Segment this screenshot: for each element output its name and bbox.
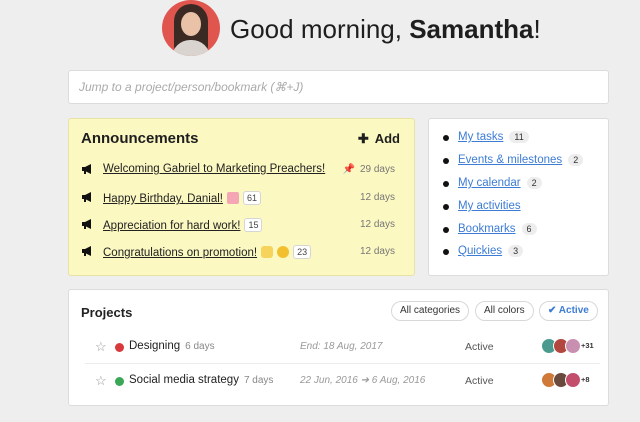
project-dates: End: 18 Aug, 2017 [300,341,383,352]
plus-icon: ✚ [357,131,369,146]
announcement-item[interactable]: Congratulations on promotion! 23 12 days [81,243,401,263]
clap-emoji-icon [261,246,274,258]
announcement-age: 29 days [359,164,395,175]
megaphone-icon [81,245,95,257]
search-input[interactable] [69,71,608,103]
announcement-age: 12 days [359,246,395,257]
member-avatar [565,372,581,388]
project-members[interactable]: +31 [541,338,601,354]
reaction-count: 61 [242,191,261,205]
quick-links-panel: My tasks 11 Events & milestones 2 My calen… [428,118,609,276]
star-icon[interactable]: ☆ [95,373,107,389]
announcement-link[interactable]: Welcoming Gabriel to Marketing Preachers… [103,163,325,175]
announcement-link[interactable]: Congratulations on promotion! 23 [103,245,312,259]
add-announcement-button[interactable]: ✚ Add [358,131,400,147]
jump-search[interactable] [68,70,609,104]
cake-emoji-icon [226,192,239,204]
greeting: Good morning, Samantha! [230,14,541,44]
project-members[interactable]: +8 [541,372,601,388]
projects-panel: Projects All categories All colors ✔ Act… [68,289,609,406]
reaction-count: 23 [293,245,312,259]
header: Good morning, Samantha! [0,0,640,58]
projects-title: Projects [81,305,133,320]
announcement-item[interactable]: Welcoming Gabriel to Marketing Preachers… [81,161,401,181]
pin-icon: 📌 [342,164,355,175]
project-dates: 22 Jun, 2016 ➔ 6 Aug, 2016 [300,375,426,386]
project-name[interactable]: Designing 6 days [129,340,215,352]
more-members-count: +8 [581,375,590,384]
megaphone-icon [81,191,95,203]
megaphone-icon [81,218,95,230]
user-name: Samantha [409,14,534,44]
project-name[interactable]: Social media strategy 7 days [129,374,273,386]
announcement-item[interactable]: Appreciation for hard work! 15 12 days [81,216,401,236]
project-status: Active [465,375,494,387]
announcement-item[interactable]: Happy Birthday, Danial! 61 12 days [81,189,401,209]
reaction-count: 15 [244,218,263,232]
star-icon[interactable]: ☆ [95,339,107,355]
announcements-panel: Announcements ✚ Add Welcoming Gabriel to … [68,118,415,276]
announcements-title: Announcements [81,130,199,147]
filter-all-colors[interactable]: All colors [475,301,534,321]
announcement-link[interactable]: Appreciation for hard work! 15 [103,218,263,232]
project-color-dot [115,377,124,386]
announcement-link[interactable]: Happy Birthday, Danial! 61 [103,191,261,205]
user-avatar[interactable] [162,0,220,56]
announcement-age: 12 days [359,219,395,230]
project-status: Active [465,341,494,353]
megaphone-icon [81,163,95,175]
filter-active[interactable]: ✔ Active [539,301,598,321]
grin-emoji-icon [277,246,290,258]
project-row[interactable]: ☆ Social media strategy 7 days 22 Jun, 20… [85,366,600,398]
member-avatar [565,338,581,354]
filter-all-categories[interactable]: All categories [391,301,470,321]
more-members-count: +31 [581,341,594,350]
project-color-dot [115,343,124,352]
announcement-age: 12 days [359,192,395,203]
check-icon: ✔ [548,305,559,316]
project-row[interactable]: ☆ Designing 6 days End: 18 Aug, 2017 Acti… [85,332,600,364]
